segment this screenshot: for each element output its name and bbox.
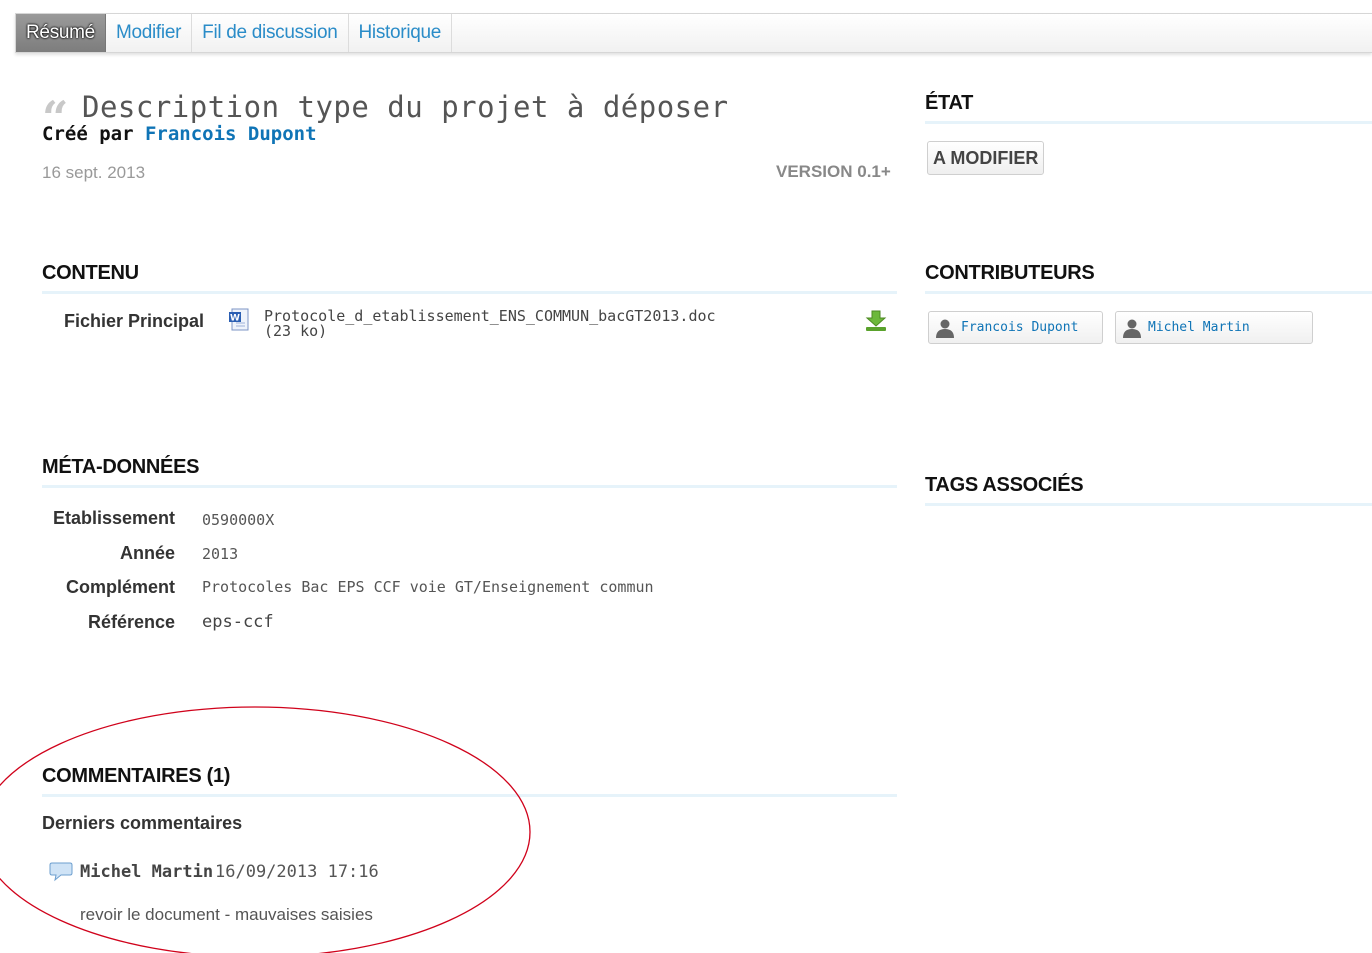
contributor-michel-martin[interactable]: Michel Martin xyxy=(1115,311,1313,344)
meta-label-reference: Référence xyxy=(87,612,175,632)
tab-bar: Résumé Modifier Fil de discussion Histor… xyxy=(15,13,1372,53)
tab-resume[interactable]: Résumé xyxy=(16,14,106,52)
file-link[interactable]: Protocole_d_etablissement_ENS_COMMUN_bac… xyxy=(264,309,716,339)
author-link[interactable]: Francois Dupont xyxy=(145,123,317,145)
meta-divider xyxy=(42,485,897,488)
tags-heading: TAGS ASSOCIÉS xyxy=(925,474,1084,496)
meta-label-etablissement: Etablissement xyxy=(52,508,175,528)
comment-datetime: 16/09/2013 17:16 xyxy=(215,862,379,882)
meta-value-annee: 2013 xyxy=(202,545,239,563)
comments-divider xyxy=(42,794,897,797)
file-label: Fichier Principal xyxy=(64,311,205,331)
download-icon[interactable] xyxy=(863,308,889,334)
version-label: VERSION 0.1+ xyxy=(776,162,891,181)
contributors-heading: CONTRIBUTEURS xyxy=(925,262,1095,284)
page-title: Description type du projet à déposer xyxy=(82,90,729,124)
meta-label-annee: Année xyxy=(119,543,175,563)
comments-heading: COMMENTAIRES (1) xyxy=(42,765,231,787)
meta-label-complement: Complément xyxy=(65,577,175,597)
state-badge[interactable]: A MODIFIER xyxy=(927,141,1045,175)
user-icon xyxy=(936,319,954,338)
contributors-divider xyxy=(925,291,1372,294)
comment-author[interactable]: Michel Martin xyxy=(80,862,213,882)
comment-bubble-icon xyxy=(49,862,73,882)
meta-value-etablissement: 0590000X xyxy=(202,511,275,529)
contributor-francois-dupont[interactable]: Francois Dupont xyxy=(928,311,1103,344)
comments-subheading: Derniers commentaires xyxy=(42,813,243,833)
contributor-name[interactable]: Francois Dupont xyxy=(961,320,1078,335)
file-size: (23 ko) xyxy=(264,322,328,340)
tags-divider xyxy=(925,503,1372,506)
meta-value-reference: eps-ccf xyxy=(202,612,274,632)
creation-date: 16 sept. 2013 xyxy=(42,163,146,182)
contenu-divider xyxy=(42,291,897,294)
contenu-heading: CONTENU xyxy=(42,262,139,284)
meta-heading: MÉTA-DONNÉES xyxy=(42,456,200,478)
tab-modifier[interactable]: Modifier xyxy=(106,14,193,52)
created-by-prefix: Créé par xyxy=(42,123,134,145)
contributor-name[interactable]: Michel Martin xyxy=(1148,320,1250,335)
word-doc-icon: W xyxy=(229,308,249,331)
tab-fil-de-discussion[interactable]: Fil de discussion xyxy=(192,14,349,52)
etat-divider xyxy=(925,121,1372,124)
meta-value-complement: Protocoles Bac EPS CCF voie GT/Enseignem… xyxy=(202,578,654,596)
etat-heading: ÉTAT xyxy=(925,92,974,114)
comment-text: revoir le document - mauvaises saisies xyxy=(80,905,373,924)
tab-historique[interactable]: Historique xyxy=(349,14,453,52)
created-by: Créé par Francois Dupont xyxy=(42,123,317,145)
svg-text:W: W xyxy=(230,314,240,324)
quote-icon: “ xyxy=(42,91,69,145)
user-icon xyxy=(1123,319,1141,338)
file-name[interactable]: Protocole_d_etablissement_ENS_COMMUN_bac… xyxy=(264,309,716,324)
